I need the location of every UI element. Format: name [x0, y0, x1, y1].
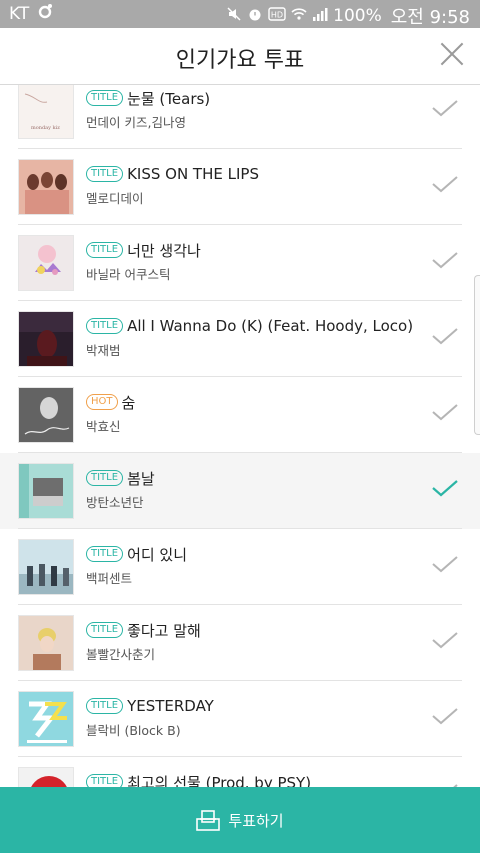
vote-button[interactable]: 투표하기	[0, 787, 480, 853]
album-thumbnail	[18, 387, 74, 443]
song-artist: 블락비 (Block B)	[86, 723, 181, 738]
song-row[interactable]: TITLE KISS ON THE LIPS 멜로디데이	[0, 149, 480, 225]
status-bar: KT HD 100% 오전 9:58	[0, 0, 480, 28]
title-badge: TITLE	[86, 318, 124, 334]
battery-label: 100%	[333, 6, 382, 26]
svg-text:monday kiz: monday kiz	[31, 125, 60, 131]
close-icon[interactable]	[440, 42, 464, 66]
ballot-box-icon	[196, 809, 221, 831]
check-icon[interactable]	[432, 403, 458, 421]
title-badge: TITLE	[86, 698, 124, 714]
song-artist: 박재범	[86, 343, 121, 358]
album-thumbnail	[18, 159, 74, 215]
song-list-viewport[interactable]: monday kiz TITLE 눈물 (Tears) 먼데이 키즈,김나영 T…	[0, 85, 480, 787]
edge-handle[interactable]	[474, 275, 480, 435]
song-row[interactable]: TITLE All I Wanna Do (K) (Feat. Hoody, L…	[0, 301, 480, 377]
song-artist: 바닐라 어쿠스틱	[86, 267, 171, 282]
song-row[interactable]: TITLE YESTERDAY 블락비 (Block B)	[0, 681, 480, 757]
song-row[interactable]: HOT 숨 박효신	[0, 377, 480, 453]
song-title: 너만 생각나	[127, 241, 201, 260]
song-list: monday kiz TITLE 눈물 (Tears) 먼데이 키즈,김나영 T…	[0, 85, 480, 787]
song-artist: 방탄소년단	[86, 495, 144, 510]
song-title: 숨	[121, 393, 136, 412]
wifi-icon	[291, 6, 307, 27]
song-title: 어디 있니	[127, 545, 188, 564]
carrier-label: KT	[9, 3, 30, 24]
circle-logo-icon	[37, 3, 53, 24]
title-badge: TITLE	[86, 470, 124, 486]
song-title: All I Wanna Do (K) (Feat. Hoody, Loco)	[127, 317, 414, 335]
mute-icon	[226, 6, 242, 27]
check-icon[interactable]	[432, 555, 458, 573]
title-badge: TITLE	[86, 90, 124, 106]
song-artist: 먼데이 키즈,김나영	[86, 115, 186, 130]
check-icon[interactable]	[432, 707, 458, 725]
svg-text:HD: HD	[271, 11, 283, 20]
title-badge: TITLE	[86, 622, 124, 638]
check-icon[interactable]	[432, 327, 458, 345]
title-badge: TITLE	[86, 242, 124, 258]
check-icon-selected[interactable]	[432, 479, 458, 497]
check-icon[interactable]	[432, 175, 458, 193]
hd-icon: HD	[268, 6, 286, 26]
album-thumbnail	[18, 235, 74, 291]
hot-badge: HOT	[86, 394, 118, 410]
check-icon[interactable]	[432, 251, 458, 269]
song-row[interactable]: monday kiz TITLE 눈물 (Tears) 먼데이 키즈,김나영	[0, 85, 480, 149]
song-title: KISS ON THE LIPS	[127, 165, 259, 183]
song-title: YESTERDAY	[127, 697, 214, 715]
album-thumbnail	[18, 463, 74, 519]
song-artist: 박효신	[86, 419, 121, 434]
page-header: 인기가요 투표	[0, 28, 480, 85]
song-artist: 백퍼센트	[86, 571, 133, 586]
song-row[interactable]: TITLE 어디 있니 백퍼센트	[0, 529, 480, 605]
album-thumbnail	[18, 539, 74, 595]
song-row[interactable]: TITLE 좋다고 말해 볼빨간사춘기	[0, 605, 480, 681]
song-row[interactable]: TITLE 너만 생각나 바닐라 어쿠스틱	[0, 225, 480, 301]
album-thumbnail: monday kiz	[18, 85, 74, 139]
song-title: 눈물 (Tears)	[127, 89, 211, 108]
clock: 오전 9:58	[390, 7, 470, 28]
song-title: 최고의 선물 (Prod. by PSY)	[127, 773, 312, 788]
song-title: 봄날	[127, 469, 155, 488]
title-badge: TITLE	[86, 546, 124, 562]
song-title: 좋다고 말해	[127, 621, 201, 640]
song-row[interactable]: TITLE 최고의 선물 (Prod. by PSY)	[0, 757, 480, 787]
song-row-selected[interactable]: TITLE 봄날 방탄소년단	[0, 453, 480, 529]
album-thumbnail	[18, 311, 74, 367]
title-badge: TITLE	[86, 166, 124, 182]
page-title: 인기가요 투표	[175, 48, 305, 73]
signal-icon	[312, 6, 328, 27]
check-icon[interactable]	[432, 99, 458, 117]
vote-button-label: 투표하기	[228, 811, 284, 830]
title-badge: TITLE	[86, 774, 124, 787]
check-icon[interactable]	[432, 631, 458, 649]
song-artist: 멜로디데이	[86, 191, 144, 206]
song-artist: 볼빨간사춘기	[86, 647, 156, 662]
album-thumbnail	[18, 615, 74, 671]
alarm-icon	[247, 6, 263, 27]
album-thumbnail	[18, 767, 74, 787]
album-thumbnail	[18, 691, 74, 747]
